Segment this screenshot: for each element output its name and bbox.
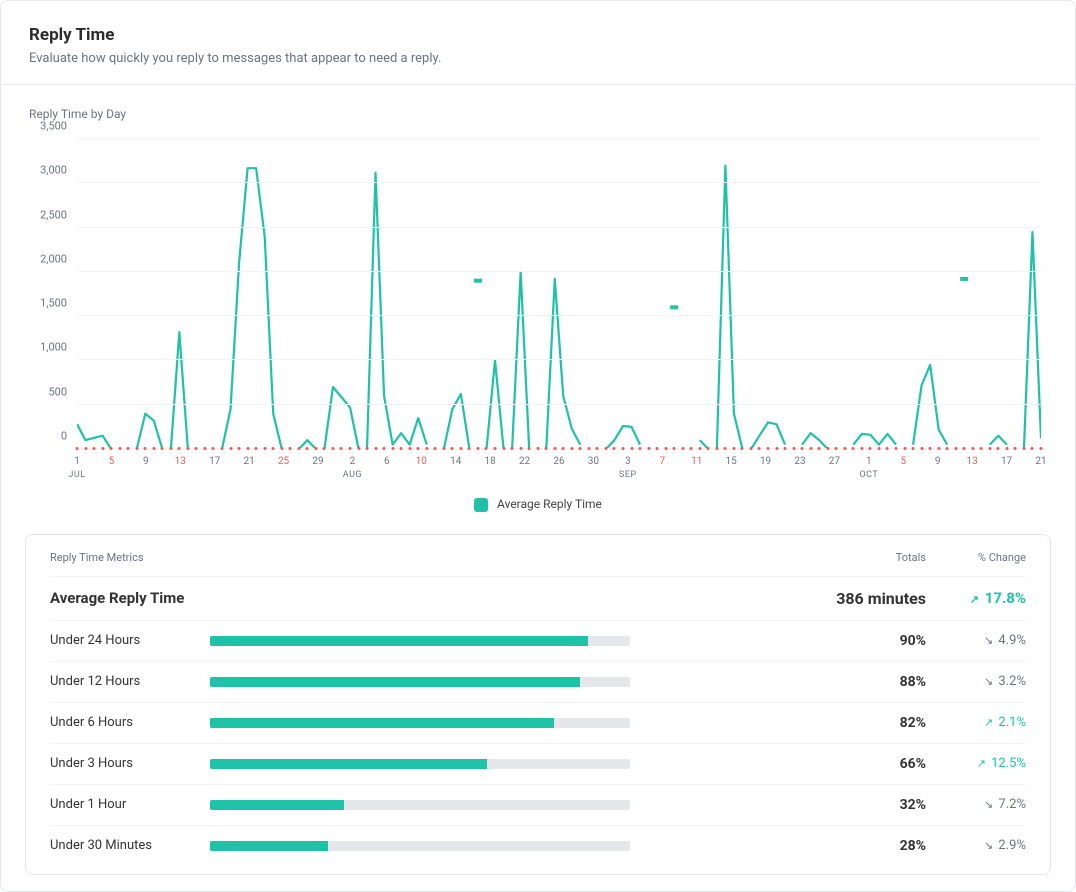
chart-container: 05001,0001,5002,0002,5003,0003,500 1JUL5… xyxy=(29,139,1047,489)
y-tick: 3,500 xyxy=(40,120,67,133)
metric-total: 386 minutes xyxy=(826,589,926,608)
metric-change: ↘ 4.9% xyxy=(926,633,1026,648)
x-tick: 11 xyxy=(691,455,702,468)
card-title: Reply Time xyxy=(29,25,1047,45)
metric-label: Under 24 Hours xyxy=(50,633,210,648)
card-header: Reply Time Evaluate how quickly you repl… xyxy=(1,1,1075,85)
legend-swatch xyxy=(474,498,488,512)
metrics-header: Reply Time Metrics Totals % Change xyxy=(50,551,1026,576)
metric-change: ↗ 2.1% xyxy=(926,715,1026,730)
metric-row: Under 1 Hour 32%↘ 7.2% xyxy=(50,784,1026,825)
metric-label: Under 3 Hours xyxy=(50,756,210,771)
col-metrics: Reply Time Metrics xyxy=(50,551,210,564)
metric-label: Under 30 Minutes xyxy=(50,838,210,853)
chart-svg xyxy=(77,139,1041,449)
y-tick: 1,000 xyxy=(40,341,67,354)
metric-total: 90% xyxy=(826,633,926,649)
y-tick: 500 xyxy=(48,385,67,398)
x-tick: 14 xyxy=(450,455,461,468)
metrics-table: Reply Time Metrics Totals % Change Avera… xyxy=(25,534,1051,875)
metric-total: 88% xyxy=(826,674,926,690)
x-tick: 21 xyxy=(244,455,255,468)
y-axis: 05001,0001,5002,0002,5003,0003,500 xyxy=(29,139,73,449)
metric-total: 28% xyxy=(826,838,926,854)
metric-bar xyxy=(210,841,826,851)
y-tick: 2,500 xyxy=(40,208,67,221)
x-tick: 10 xyxy=(416,455,427,468)
x-tick: 6 xyxy=(384,455,390,468)
metric-row: Under 3 Hours 66%↗ 12.5% xyxy=(50,743,1026,784)
y-tick: 3,000 xyxy=(40,164,67,177)
x-tick: 13 xyxy=(967,455,978,468)
legend-label: Average Reply Time xyxy=(497,497,602,511)
x-tick: 15 xyxy=(726,455,737,468)
metric-change: ↗ 12.5% xyxy=(926,756,1026,771)
y-tick: 2,000 xyxy=(40,252,67,265)
x-tick: 1OCT xyxy=(859,455,878,482)
chart-title: Reply Time by Day xyxy=(29,107,1047,121)
x-tick: 9 xyxy=(143,455,149,468)
metric-bar xyxy=(210,718,826,728)
x-tick: 5 xyxy=(900,455,906,468)
metric-total: 66% xyxy=(826,756,926,772)
chart-plot[interactable] xyxy=(77,139,1041,449)
x-tick: 26 xyxy=(553,455,564,468)
metric-change: ↘ 2.9% xyxy=(926,838,1026,853)
metric-total: 32% xyxy=(826,797,926,813)
x-tick: 30 xyxy=(588,455,599,468)
y-tick: 0 xyxy=(61,430,67,443)
x-tick: 17 xyxy=(209,455,220,468)
metric-change: ↘ 3.2% xyxy=(926,674,1026,689)
x-tick: 2AUG xyxy=(343,455,362,482)
x-tick: 3SEP xyxy=(619,455,637,482)
x-tick: 5 xyxy=(109,455,115,468)
x-tick: 7 xyxy=(659,455,665,468)
x-tick: 13 xyxy=(175,455,186,468)
metric-bar xyxy=(210,677,826,687)
metric-row: Under 6 Hours 82%↗ 2.1% xyxy=(50,702,1026,743)
x-tick: 29 xyxy=(312,455,323,468)
x-tick: 25 xyxy=(278,455,289,468)
x-tick: 21 xyxy=(1035,455,1046,468)
x-tick: 22 xyxy=(519,455,530,468)
x-tick: 9 xyxy=(935,455,941,468)
x-tick: 23 xyxy=(794,455,805,468)
y-tick: 1,500 xyxy=(40,297,67,310)
x-tick: 1JUL xyxy=(68,455,85,482)
x-tick: 27 xyxy=(829,455,840,468)
card-subtitle: Evaluate how quickly you reply to messag… xyxy=(29,51,1047,66)
metric-label: Under 6 Hours xyxy=(50,715,210,730)
metric-bar xyxy=(210,800,826,810)
col-totals: Totals xyxy=(826,551,926,564)
chart-legend: Average Reply Time xyxy=(29,497,1047,512)
x-tick: 19 xyxy=(760,455,771,468)
metric-label: Average Reply Time xyxy=(50,589,210,607)
metric-row-hero: Average Reply Time 386 minutes ↗ 17.8% xyxy=(50,576,1026,620)
chart-section: Reply Time by Day 0 500 1,000 1,500 2,000 2,5… xyxy=(1,85,1075,524)
metric-row: Under 12 Hours 88%↘ 3.2% xyxy=(50,661,1026,702)
metric-row: Under 30 Minutes 28%↘ 2.9% xyxy=(50,825,1026,866)
baseline-dots xyxy=(77,447,1041,449)
col-change: % Change xyxy=(926,551,1026,564)
metric-row: Under 24 Hours 90%↘ 4.9% xyxy=(50,620,1026,661)
x-tick: 17 xyxy=(1001,455,1012,468)
x-axis: 1JUL5913172125292AUG61014182226303SEP711… xyxy=(77,451,1041,489)
reply-time-card: Reply Time Evaluate how quickly you repl… xyxy=(0,0,1076,892)
metric-label: Under 12 Hours xyxy=(50,674,210,689)
x-tick: 18 xyxy=(485,455,496,468)
metric-bar xyxy=(210,636,826,646)
metric-label: Under 1 Hour xyxy=(50,797,210,812)
metric-total: 82% xyxy=(826,715,926,731)
metric-change: ↗ 17.8% xyxy=(926,589,1026,607)
metric-bar xyxy=(210,759,826,769)
metric-change: ↘ 7.2% xyxy=(926,797,1026,812)
